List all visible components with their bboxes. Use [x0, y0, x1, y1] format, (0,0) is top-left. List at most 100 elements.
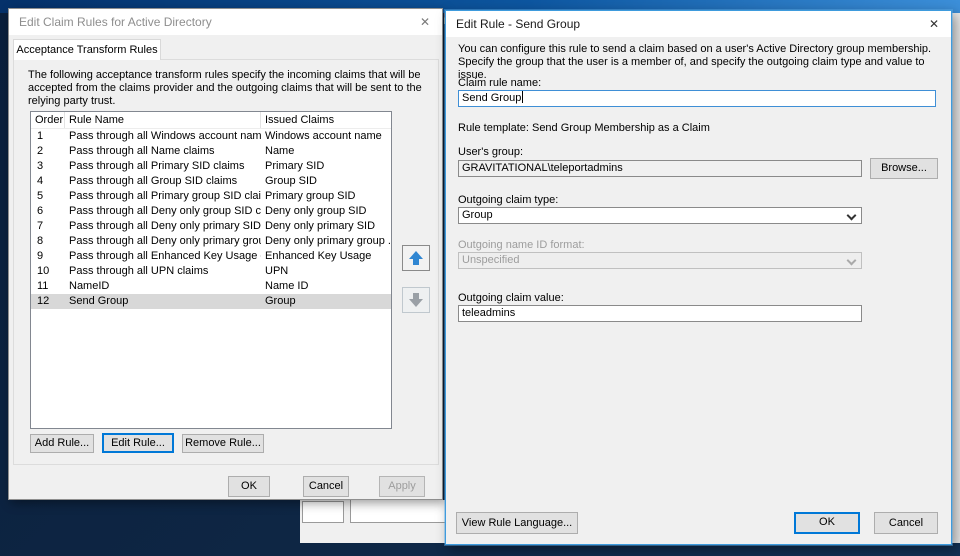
outgoing-claim-value-input[interactable]: teleadmins [458, 305, 862, 322]
edit-rule-button[interactable]: Edit Rule... [102, 433, 174, 453]
right-dialog-titlebar: Edit Rule - Send Group ✕ [446, 11, 951, 37]
rule-order: 12 [37, 295, 50, 307]
arrow-up-icon [409, 251, 423, 265]
left-dialog-title: Edit Claim Rules for Active Directory [19, 15, 212, 29]
rule-row[interactable]: 6 Pass through all Deny only group SID c… [31, 204, 391, 219]
rule-order: 10 [37, 265, 50, 277]
outgoing-name-id-format-select: Unspecified [458, 252, 862, 269]
rule-name: Pass through all Deny only primary group… [69, 235, 261, 247]
apply-button: Apply [379, 476, 425, 497]
rule-row[interactable]: 8 Pass through all Deny only primary gro… [31, 234, 391, 249]
browse-button[interactable]: Browse... [870, 158, 938, 179]
remove-rule-button[interactable]: Remove Rule... [182, 434, 264, 453]
rule-order: 2 [37, 145, 44, 157]
rule-name: Pass through all Group SID claims [69, 175, 238, 187]
outgoing-name-id-format-value: Unspecified [462, 254, 520, 266]
rule-row[interactable]: 5 Pass through all Primary group SID cla… [31, 189, 391, 204]
rule-row-selected[interactable]: 12 Send Group Group [31, 294, 391, 309]
rule-order: 4 [37, 175, 44, 187]
rule-row[interactable]: 1 Pass through all Windows account name.… [31, 129, 391, 144]
rule-order: 1 [37, 130, 44, 142]
rule-template-text: Rule template: Send Group Membership as … [458, 122, 710, 134]
left-dialog-titlebar: Edit Claim Rules for Active Directory ✕ [9, 9, 442, 35]
list-header: Order Rule Name Issued Claims [31, 112, 391, 129]
rule-name: Pass through all Primary SID claims [69, 160, 245, 172]
rule-issued-claims: Deny only primary SID [265, 220, 376, 232]
claim-rules-list[interactable]: Order Rule Name Issued Claims 1 Pass thr… [30, 111, 392, 429]
claim-rule-name-input[interactable]: Send Group [458, 90, 936, 107]
rule-name: Pass through all Deny only group SID cla… [69, 205, 261, 217]
arrow-down-icon [409, 293, 423, 307]
cancel-button[interactable]: Cancel [874, 512, 938, 534]
move-rule-up-button[interactable] [402, 245, 430, 271]
background-panel [302, 501, 344, 523]
rules-description: The following acceptance transform rules… [28, 69, 422, 107]
header-issued-claims[interactable]: Issued Claims [261, 112, 391, 128]
ok-button[interactable]: OK [794, 512, 860, 534]
add-rule-button[interactable]: Add Rule... [30, 434, 94, 453]
rule-name: NameID [69, 280, 110, 292]
users-group-input[interactable]: GRAVITATIONAL\teleportadmins [458, 160, 862, 177]
rule-issued-claims: Primary group SID [265, 190, 356, 202]
chevron-down-icon [846, 255, 857, 266]
edit-claim-rules-dialog: Edit Claim Rules for Active Directory ✕ … [8, 8, 443, 500]
move-rule-down-button[interactable] [402, 287, 430, 313]
rule-issued-claims: Primary SID [265, 160, 325, 172]
chevron-down-icon [846, 210, 857, 221]
users-group-value: GRAVITATIONAL\teleportadmins [462, 162, 623, 174]
rule-row[interactable]: 3 Pass through all Primary SID claims Pr… [31, 159, 391, 174]
text-caret [522, 91, 524, 103]
outgoing-claim-type-value: Group [462, 209, 493, 221]
rule-issued-claims: Deny only primary group ... [265, 235, 391, 247]
outgoing-claim-value-label: Outgoing claim value: [458, 292, 564, 304]
rule-name: Send Group [69, 295, 129, 307]
close-icon[interactable]: ✕ [414, 13, 436, 31]
claim-rule-name-value: Send Group [462, 92, 522, 104]
edit-rule-send-group-dialog: Edit Rule - Send Group ✕ You can configu… [445, 10, 952, 545]
ok-button[interactable]: OK [228, 476, 270, 497]
acceptance-rules-tab-page: The following acceptance transform rules… [13, 59, 439, 465]
rule-order: 11 [37, 280, 49, 292]
rule-row[interactable]: 4 Pass through all Group SID claims Grou… [31, 174, 391, 189]
outgoing-claim-type-label: Outgoing claim type: [458, 194, 559, 206]
cancel-button[interactable]: Cancel [303, 476, 349, 497]
rule-name: Pass through all Enhanced Key Usage cl..… [69, 250, 261, 262]
tab-acceptance-transform-rules[interactable]: Acceptance Transform Rules [13, 39, 161, 60]
rule-row[interactable]: 7 Pass through all Deny only primary SID… [31, 219, 391, 234]
background-panel [350, 500, 452, 523]
rule-issued-claims: Deny only group SID [265, 205, 367, 217]
right-dialog-title: Edit Rule - Send Group [456, 17, 581, 31]
users-group-label: User's group: [458, 146, 524, 158]
header-order[interactable]: Order [31, 112, 65, 128]
claim-rule-name-label: Claim rule name: [458, 77, 542, 89]
rule-order: 9 [37, 250, 44, 262]
rule-order: 5 [37, 190, 44, 202]
rule-issued-claims: Group SID [265, 175, 317, 187]
rule-issued-claims: Name ID [265, 280, 309, 292]
rule-order: 3 [37, 160, 44, 172]
rule-issued-claims: Windows account name [265, 130, 382, 142]
rule-row[interactable]: 2 Pass through all Name claims Name [31, 144, 391, 159]
rule-row[interactable]: 9 Pass through all Enhanced Key Usage cl… [31, 249, 391, 264]
outgoing-claim-value-text: teleadmins [462, 307, 516, 319]
outgoing-name-id-format-label: Outgoing name ID format: [458, 239, 585, 251]
outgoing-claim-type-select[interactable]: Group [458, 207, 862, 224]
rule-order: 8 [37, 235, 44, 247]
rule-row[interactable]: 10 Pass through all UPN claims UPN [31, 264, 391, 279]
close-icon[interactable]: ✕ [923, 15, 945, 33]
rule-order: 6 [37, 205, 44, 217]
background-window-edge [952, 0, 960, 543]
background-console-bottom [300, 500, 452, 543]
view-rule-language-button[interactable]: View Rule Language... [456, 512, 578, 534]
rule-issued-claims: Name [265, 145, 295, 157]
header-rule-name[interactable]: Rule Name [65, 112, 261, 128]
rule-name: Pass through all Deny only primary SID c… [69, 220, 261, 232]
rule-row[interactable]: 11 NameID Name ID [31, 279, 391, 294]
rule-issued-claims: UPN [265, 265, 289, 277]
rule-name: Pass through all Windows account name... [69, 130, 261, 142]
rule-order: 7 [37, 220, 44, 232]
rule-name: Pass through all Name claims [69, 145, 215, 157]
rule-name: Pass through all Primary group SID claim… [69, 190, 261, 202]
rule-name: Pass through all UPN claims [69, 265, 209, 277]
rule-issued-claims: Group [265, 295, 296, 307]
